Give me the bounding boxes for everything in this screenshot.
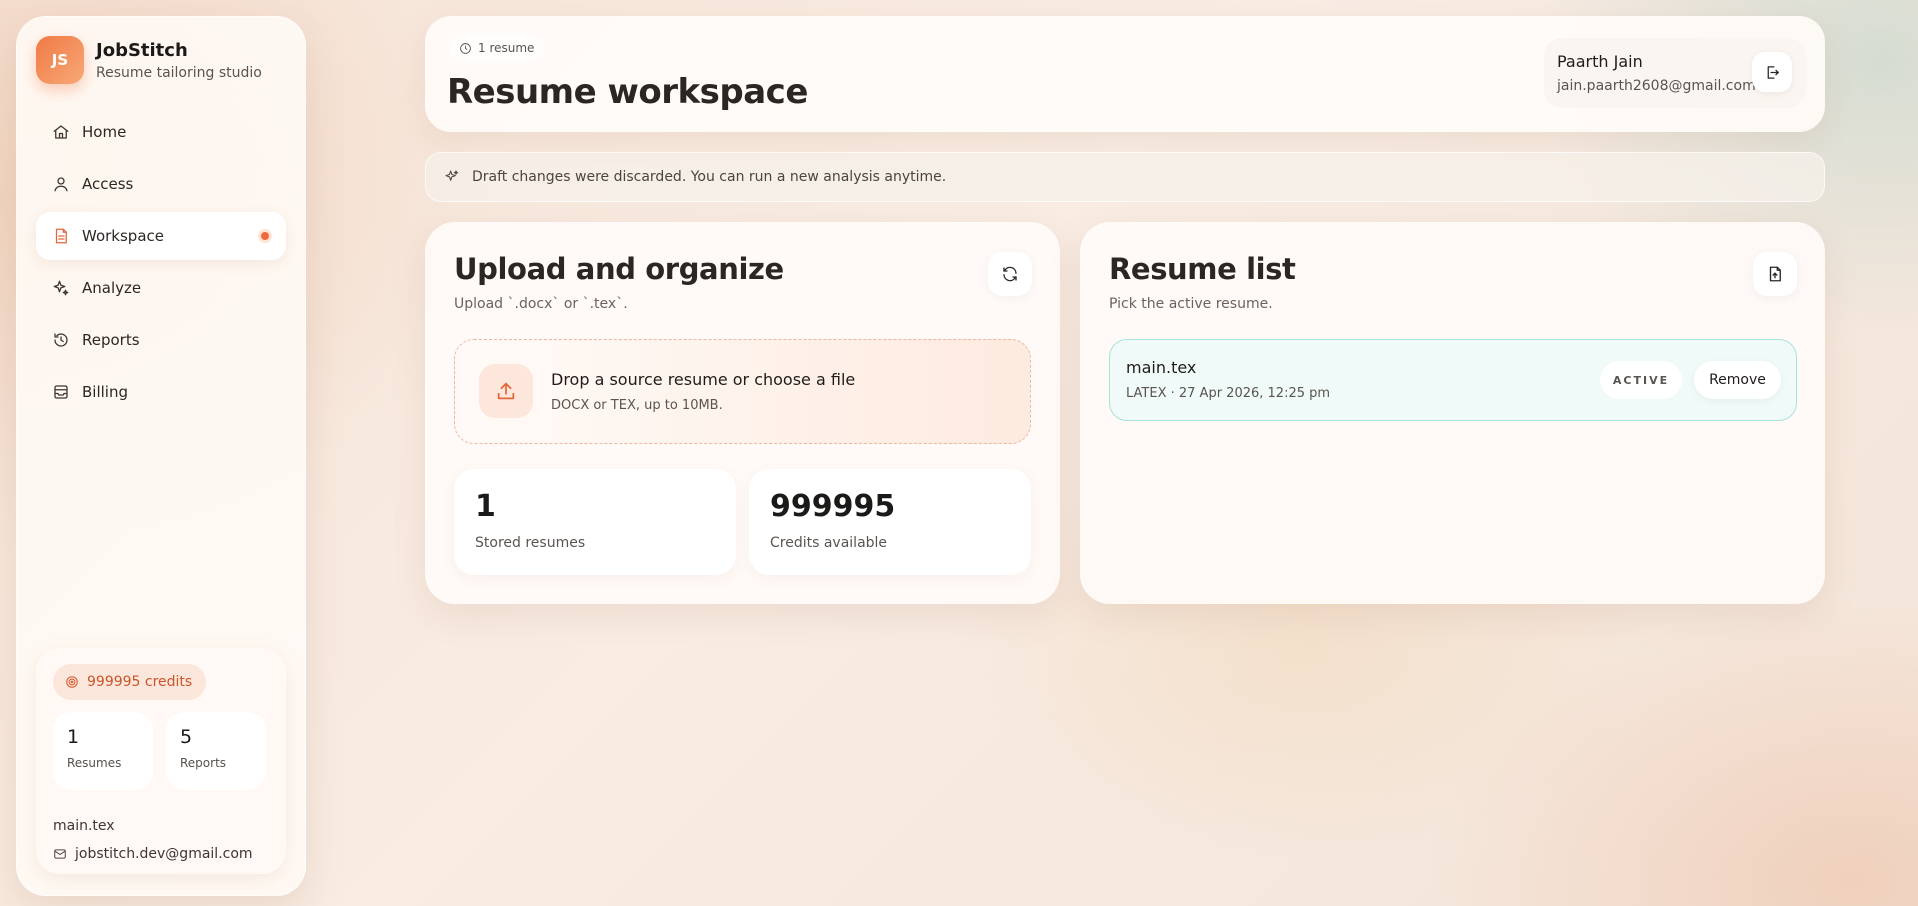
sidebar-item-analyze[interactable]: Analyze: [36, 264, 286, 312]
target-icon: [65, 675, 79, 689]
resume-count-badge: 1 resume: [449, 34, 545, 62]
page-header: 1 resume Resume workspace Paarth Jain ja…: [425, 16, 1825, 132]
sidebar-item-label: Access: [82, 175, 134, 193]
brand-text: JobStitch Resume tailoring studio: [96, 40, 262, 81]
resume-list-item[interactable]: main.tex LATEX · 27 Apr 2026, 12:25 pm A…: [1109, 339, 1797, 421]
resumes-label: Resumes: [67, 756, 122, 770]
sidebar-summary-card: 999995 credits 1 Resumes 5 Reports main.…: [36, 648, 286, 874]
sparkle-icon: [52, 279, 70, 297]
sidebar-item-reports[interactable]: Reports: [36, 316, 286, 364]
resume-list-panel: Resume list Pick the active resume. main…: [1080, 222, 1825, 604]
history-icon: [52, 331, 70, 349]
active-indicator-dot: [258, 229, 272, 243]
credits-pill: 999995 credits: [53, 664, 207, 700]
logout-icon: [1767, 65, 1779, 79]
sidebar-item-label: Reports: [82, 331, 140, 349]
status-notice: Draft changes were discarded. You can ru…: [425, 152, 1825, 202]
upload-panel: Upload and organize Upload `.docx` or `.…: [425, 222, 1060, 604]
brand-subtitle: Resume tailoring studio: [96, 64, 262, 81]
resume-list-subtitle: Pick the active resume.: [1109, 296, 1273, 312]
reports-stat: 5 Reports: [166, 712, 266, 790]
import-file-button[interactable]: [1753, 252, 1797, 296]
refresh-icon: [1003, 266, 1017, 282]
sidebar-item-label: Workspace: [82, 227, 164, 245]
resume-count-text: 1 resume: [478, 41, 535, 55]
stored-resumes-card: 1 Stored resumes: [454, 469, 736, 575]
user-icon: [52, 175, 70, 193]
notice-text: Draft changes were discarded. You can ru…: [472, 169, 947, 185]
active-badge: ACTIVE: [1600, 361, 1682, 399]
upload-subtitle: Upload `.docx` or `.tex`.: [454, 296, 628, 312]
sidebar-item-workspace[interactable]: Workspace: [36, 212, 286, 260]
stored-resumes-label: Stored resumes: [475, 535, 586, 551]
active-file-name: main.tex: [53, 818, 115, 834]
dropzone-subtitle: DOCX or TEX, up to 10MB.: [551, 398, 723, 413]
user-name: Paarth Jain: [1557, 52, 1643, 71]
resume-file-meta: LATEX · 27 Apr 2026, 12:25 pm: [1126, 386, 1331, 401]
resumes-count: 1: [67, 726, 80, 748]
refresh-button[interactable]: [988, 252, 1032, 296]
stored-resumes-count: 1: [475, 489, 496, 524]
sidebar-item-label: Home: [82, 123, 127, 141]
credits-available-label: Credits available: [770, 535, 888, 551]
sidebar-nav: Home Access Workspace Analyze Reports Bi…: [36, 108, 286, 420]
user-email: jain.paarth2608@gmail.com: [1557, 78, 1756, 94]
home-icon: [52, 123, 70, 141]
page-title: Resume workspace: [447, 72, 808, 112]
clock-icon: [459, 42, 472, 55]
credits-available-count: 999995: [770, 489, 896, 524]
sparkle-icon: [444, 169, 460, 185]
resume-list-title: Resume list: [1109, 252, 1296, 286]
billing-icon: [52, 383, 70, 401]
sidebar-item-access[interactable]: Access: [36, 160, 286, 208]
reports-count: 5: [180, 726, 193, 748]
brand-name: JobStitch: [96, 39, 188, 61]
upload-title: Upload and organize: [454, 252, 784, 286]
support-email[interactable]: jobstitch.dev@gmail.com: [53, 846, 253, 862]
credits-available-card: 999995 Credits available: [749, 469, 1031, 575]
sidebar-item-home[interactable]: Home: [36, 108, 286, 156]
resume-file-name: main.tex: [1126, 358, 1197, 377]
sidebar: JS JobStitch Resume tailoring studio Hom…: [16, 16, 306, 896]
support-email-text: jobstitch.dev@gmail.com: [75, 846, 253, 862]
user-profile: Paarth Jain jain.paarth2608@gmail.com: [1544, 38, 1806, 108]
sidebar-item-label: Analyze: [82, 279, 142, 297]
remove-resume-button[interactable]: Remove: [1694, 361, 1781, 399]
file-upload-icon: [1769, 266, 1781, 282]
document-icon: [52, 227, 70, 245]
credits-text: 999995 credits: [87, 674, 193, 690]
mail-icon: [53, 847, 67, 861]
brand-logo: JS: [36, 36, 84, 84]
reports-label: Reports: [180, 756, 227, 770]
sidebar-item-billing[interactable]: Billing: [36, 368, 286, 416]
upload-icon: [479, 364, 533, 418]
brand: JS JobStitch Resume tailoring studio: [36, 36, 262, 84]
resumes-stat: 1 Resumes: [53, 712, 153, 790]
file-dropzone[interactable]: Drop a source resume or choose a file DO…: [454, 339, 1031, 444]
logout-button[interactable]: [1752, 52, 1792, 92]
sidebar-item-label: Billing: [82, 383, 128, 401]
dropzone-title: Drop a source resume or choose a file: [551, 370, 856, 389]
